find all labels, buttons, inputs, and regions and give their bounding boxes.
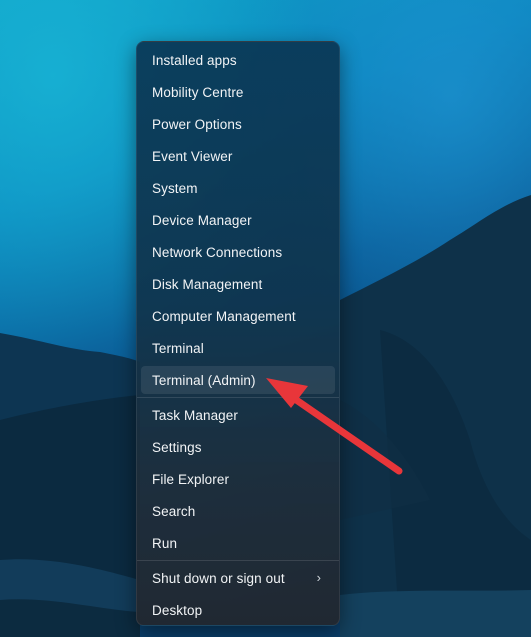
menu-item-label: Mobility Centre [152, 84, 244, 100]
menu-item-terminal-admin[interactable]: Terminal (Admin) [141, 366, 335, 394]
menu-item-search[interactable]: Search [141, 497, 335, 525]
menu-separator [137, 397, 339, 398]
menu-item-label: Terminal (Admin) [152, 372, 256, 388]
menu-item-system[interactable]: System [141, 174, 335, 202]
menu-item-label: Disk Management [152, 276, 263, 292]
menu-item-label: Desktop [152, 602, 203, 618]
menu-item-label: File Explorer [152, 471, 230, 487]
menu-item-label: Power Options [152, 116, 242, 132]
menu-item-label: Settings [152, 439, 202, 455]
menu-item-file-explorer[interactable]: File Explorer [141, 465, 335, 493]
menu-item-event-viewer[interactable]: Event Viewer [141, 142, 335, 170]
menu-item-label: Device Manager [152, 212, 252, 228]
menu-item-mobility-centre[interactable]: Mobility Centre [141, 78, 335, 106]
menu-separator [137, 560, 339, 561]
menu-item-run[interactable]: Run [141, 529, 335, 557]
menu-item-computer-management[interactable]: Computer Management [141, 302, 335, 330]
chevron-right-icon: › [316, 569, 321, 585]
menu-item-label: Task Manager [152, 407, 238, 423]
menu-item-label: Network Connections [152, 244, 283, 260]
menu-item-task-manager[interactable]: Task Manager [141, 401, 335, 429]
menu-item-label: Event Viewer [152, 148, 233, 164]
menu-item-label: Run [152, 535, 178, 551]
menu-item-network-connections[interactable]: Network Connections [141, 238, 335, 266]
menu-item-shut-down-or-sign-out[interactable]: Shut down or sign out › [141, 564, 335, 592]
quick-link-menu: Installed apps Mobility Centre Power Opt… [136, 41, 340, 626]
menu-item-label: Terminal [152, 340, 204, 356]
menu-item-device-manager[interactable]: Device Manager [141, 206, 335, 234]
menu-item-label: Search [152, 503, 196, 519]
menu-item-disk-management[interactable]: Disk Management [141, 270, 335, 298]
menu-item-label: Computer Management [152, 308, 296, 324]
menu-item-label: System [152, 180, 198, 196]
menu-item-terminal[interactable]: Terminal [141, 334, 335, 362]
menu-item-settings[interactable]: Settings [141, 433, 335, 461]
menu-item-label: Installed apps [152, 52, 237, 68]
menu-item-label: Shut down or sign out [152, 570, 285, 586]
menu-item-power-options[interactable]: Power Options [141, 110, 335, 138]
menu-item-desktop[interactable]: Desktop [141, 596, 335, 624]
menu-item-installed-apps[interactable]: Installed apps [141, 46, 335, 74]
